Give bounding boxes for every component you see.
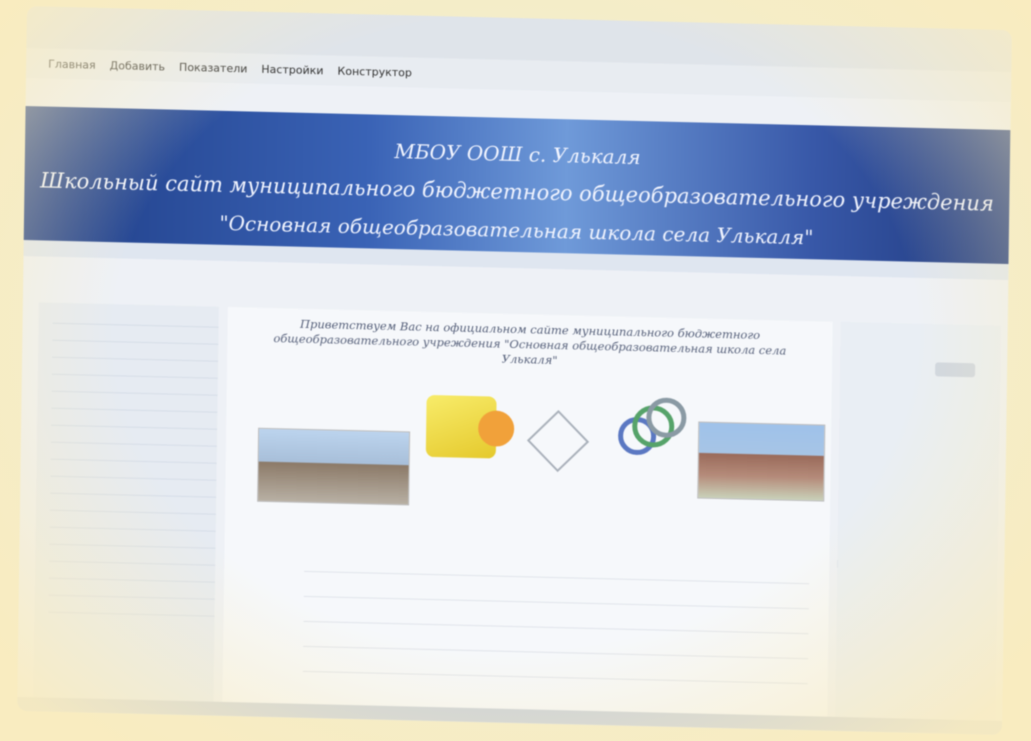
school-address xyxy=(245,519,810,533)
menu-item-settings[interactable]: Настройки xyxy=(261,62,323,77)
menu-item-home[interactable]: Главная xyxy=(48,57,96,71)
browser-screen: Главная Добавить Показатели Настройки Ко… xyxy=(17,6,1012,735)
main-content: Приветствуем Вас на официальном сайте му… xyxy=(222,306,833,722)
calendar-widget xyxy=(861,434,989,437)
camera-folder-icon[interactable] xyxy=(425,394,497,459)
image-row xyxy=(225,375,832,510)
document-links xyxy=(302,570,810,709)
site-banner: МБОУ ООШ с. Улькаля Школьный сайт муници… xyxy=(23,106,1011,265)
welcome-text: Приветствуем Вас на официальном сайте му… xyxy=(273,316,787,368)
menu-item-constructor[interactable]: Конструктор xyxy=(337,64,412,79)
rings-logo-icon[interactable] xyxy=(617,397,689,469)
menu-item-add[interactable]: Добавить xyxy=(110,59,166,73)
graduation-hat-icon[interactable] xyxy=(526,409,590,473)
school-building-photo[interactable] xyxy=(257,427,411,506)
menu-item-stats[interactable]: Показатели xyxy=(179,60,248,75)
right-sidebar xyxy=(835,321,1001,726)
school-photo[interactable] xyxy=(697,421,826,502)
search-button[interactable] xyxy=(935,362,976,378)
sidebar-item[interactable] xyxy=(48,595,215,617)
site-menu-sidebar xyxy=(33,302,219,707)
